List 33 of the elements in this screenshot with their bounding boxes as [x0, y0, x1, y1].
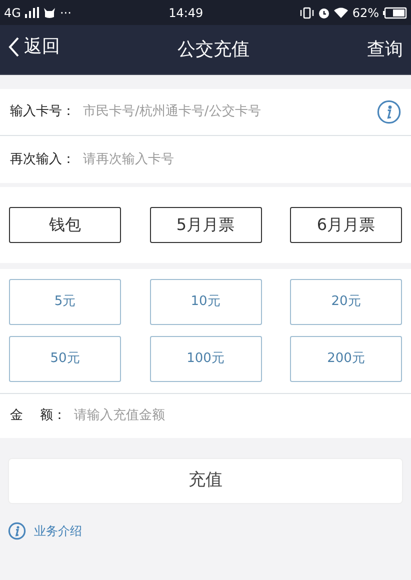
query-link[interactable]: 查询 — [366, 39, 403, 60]
field-label: 输入卡号： — [10, 103, 75, 122]
amount-button[interactable]: 5元 — [9, 279, 121, 325]
card-number-field[interactable]: 请再次输入卡号 — [75, 150, 401, 170]
page-title: 公交充值 — [177, 39, 250, 60]
amount-button[interactable]: 200元 — [290, 336, 402, 382]
amount-label: 金 额： — [10, 407, 66, 426]
cow-icon — [42, 6, 56, 18]
signal-icon — [24, 7, 39, 18]
back-link[interactable]: 返回 — [8, 33, 60, 60]
more-indicator: ··· — [60, 4, 72, 22]
amount-button[interactable]: 10元 — [150, 279, 262, 325]
card-type-button[interactable]: 钱包 — [9, 207, 121, 243]
alarm-icon — [318, 6, 330, 18]
card-type-button[interactable]: 6月月票 — [290, 207, 402, 243]
network-label: 4G — [4, 4, 21, 22]
battery-icon — [383, 6, 407, 18]
card-number-field[interactable]: 市民卡号/杭州通卡号/公交卡号 — [75, 102, 377, 122]
service-intro-link[interactable]: 业务介绍 — [8, 522, 82, 540]
time-label: 14:49 — [168, 6, 204, 20]
card-type-button[interactable]: 5月月票 — [150, 207, 262, 243]
amount-field[interactable]: 请输入充值金额 — [66, 406, 401, 426]
wifi-icon — [334, 7, 348, 18]
amount-button[interactable]: 20元 — [290, 279, 402, 325]
info-icon[interactable] — [377, 100, 401, 124]
amount-button[interactable]: 50元 — [9, 336, 121, 382]
field-label: 再次输入： — [10, 150, 75, 169]
vibrate-icon — [300, 6, 314, 18]
back-chevron-icon — [8, 36, 20, 58]
battery-label: 62% — [352, 4, 379, 22]
info-icon[interactable] — [8, 522, 26, 540]
recharge-button[interactable]: 充值 — [8, 458, 403, 504]
amount-button[interactable]: 100元 — [150, 336, 262, 382]
